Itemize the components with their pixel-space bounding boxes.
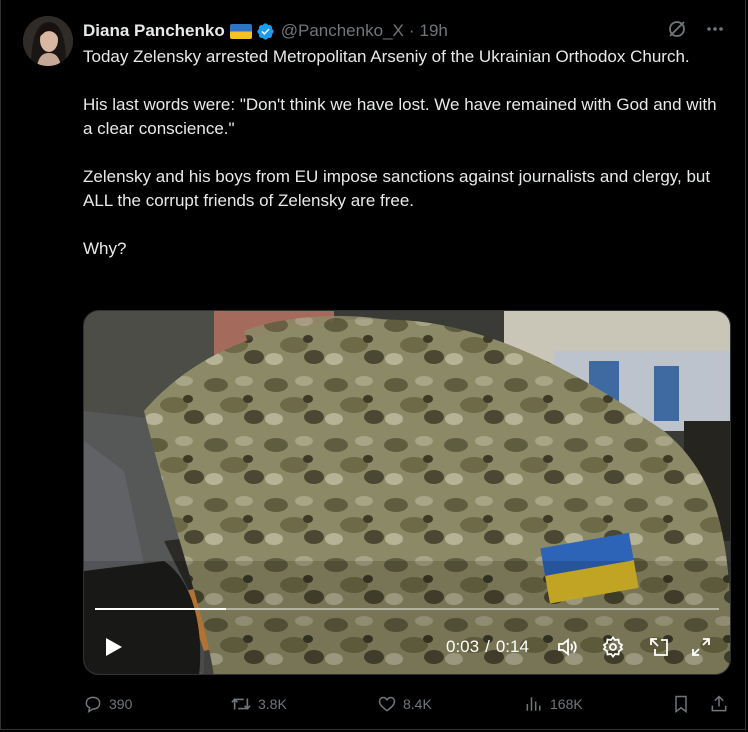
- video-progress-fill: [95, 608, 227, 610]
- views-icon: [526, 697, 541, 711]
- video-frame: [84, 311, 730, 674]
- play-button[interactable]: [102, 633, 124, 661]
- views-count: 168K: [550, 696, 583, 712]
- tweet-paragraph: His last words were: "Don't think we hav…: [83, 95, 717, 138]
- repost-count: 3.8K: [258, 696, 287, 712]
- share-icon: [711, 695, 727, 712]
- grok-icon[interactable]: [667, 19, 687, 44]
- fullscreen-button[interactable]: [690, 633, 712, 661]
- bookmark-icon: [675, 695, 687, 713]
- action-bar: 390 3.8K 8.4K 168K: [83, 690, 733, 718]
- author-name[interactable]: Diana Panchenko: [83, 21, 225, 41]
- video-current-time: 0:03: [446, 637, 480, 656]
- play-icon: [106, 638, 122, 656]
- video-timecode: 0:03 / 0:14: [446, 633, 529, 661]
- ukraine-flag-icon: [229, 23, 252, 39]
- author-handle[interactable]: @Panchenko_X: [281, 21, 404, 41]
- reply-button[interactable]: 390: [83, 694, 132, 714]
- repost-icon: [231, 698, 251, 710]
- video-player[interactable]: 0:03 / 0:14: [83, 310, 731, 675]
- like-count: 8.4K: [403, 696, 432, 712]
- video-progress-bar[interactable]: [95, 608, 719, 610]
- picture-in-picture-icon: [650, 638, 668, 656]
- gear-icon: [602, 636, 624, 658]
- tweet-paragraph: Today Zelensky arrested Metropolitan Ars…: [83, 47, 690, 66]
- volume-icon: [558, 638, 577, 656]
- tweet-header: Diana Panchenko @Panchenko_X · 19h: [83, 19, 725, 43]
- repost-button[interactable]: 3.8K: [230, 694, 287, 714]
- share-button[interactable]: [709, 694, 729, 714]
- heart-icon: [378, 696, 396, 712]
- verified-badge-icon[interactable]: [256, 22, 275, 41]
- like-button[interactable]: 8.4K: [377, 694, 432, 714]
- expand-icon: [692, 638, 710, 656]
- avatar[interactable]: [23, 16, 73, 66]
- bookmark-button[interactable]: [671, 694, 691, 714]
- video-duration: 0:14: [495, 637, 529, 656]
- mute-button[interactable]: [556, 633, 580, 661]
- reply-count: 390: [109, 696, 133, 712]
- tweet-paragraph: Zelensky and his boys from EU impose san…: [83, 167, 711, 210]
- tweet-paragraph: Why?: [83, 239, 127, 258]
- header-icons: [667, 19, 725, 44]
- pip-button[interactable]: [647, 633, 671, 661]
- settings-button[interactable]: [601, 633, 625, 661]
- time-separator: /: [485, 637, 490, 656]
- more-icon[interactable]: [705, 19, 725, 44]
- tweet-text: Today Zelensky arrested Metropolitan Ars…: [83, 45, 728, 285]
- views-button[interactable]: 168K: [524, 694, 583, 714]
- reply-icon: [85, 696, 101, 714]
- separator-dot: ·: [408, 21, 415, 40]
- post-time[interactable]: 19h: [420, 21, 448, 41]
- tweet: Diana Panchenko @Panchenko_X · 19h Today…: [0, 0, 746, 730]
